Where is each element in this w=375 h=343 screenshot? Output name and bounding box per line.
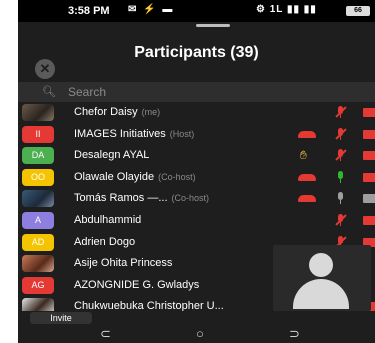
participant-name: Adrien Dogo — [74, 236, 139, 248]
notification-icons: ✉ ⚡ ▬ — [128, 4, 175, 15]
home-button[interactable]: ○ — [196, 325, 204, 343]
close-button[interactable]: ✕ — [35, 59, 55, 79]
sharing-icon — [298, 195, 316, 203]
avatar: DA — [22, 147, 54, 165]
participant-name: Olawale Olayide (Co-host) — [74, 171, 196, 183]
participant-name: AZONGNIDE G. Gwladys — [74, 279, 203, 291]
avatar: AD — [22, 233, 54, 251]
mic-on-icon[interactable] — [336, 170, 345, 183]
name-text: IMAGES Initiatives — [74, 127, 166, 140]
system-nav-bar: ⊂ ○ ⊃ — [18, 325, 375, 343]
video-off-icon[interactable] — [363, 151, 375, 161]
video-off-icon[interactable] — [363, 172, 375, 182]
participant-name: Abdulhammid — [74, 214, 145, 226]
avatar — [22, 255, 54, 273]
name-text: Tomás Ramos —... — [74, 192, 168, 205]
avatar-placeholder-body — [293, 279, 349, 309]
avatar: AG — [22, 276, 54, 294]
mic-muted-icon[interactable] — [335, 127, 347, 140]
role-tag: (me) — [141, 107, 161, 117]
name-text: Adrien Dogo — [74, 235, 136, 248]
video-icon[interactable] — [363, 194, 375, 204]
video-off-icon[interactable] — [363, 129, 375, 139]
sharing-icon — [298, 173, 316, 181]
name-text: Olawale Olayide — [74, 170, 155, 183]
mic-icon[interactable] — [336, 192, 345, 205]
name-text: Desalegn AYAL — [74, 149, 150, 162]
participant-name: Tomás Ramos —... (Co-host) — [74, 192, 209, 204]
video-off-icon[interactable] — [363, 108, 375, 117]
status-time: 3:58 PM — [68, 5, 110, 17]
bottom-toolbar: Invite — [18, 311, 375, 325]
self-video-thumbnail[interactable] — [273, 245, 371, 311]
recent-apps-button[interactable]: ⊂ — [100, 325, 111, 343]
avatar — [22, 190, 54, 208]
search-bar[interactable]: 🔍︎ — [18, 82, 375, 102]
role-tag: (Co-host) — [158, 171, 196, 182]
avatar-placeholder-icon — [309, 253, 333, 277]
name-text: Abdulhammid — [74, 213, 142, 226]
participant-row[interactable]: Chefor Daisy (me) — [18, 102, 375, 124]
participant-row[interactable]: Tomás Ramos —... (Co-host) — [18, 188, 375, 210]
avatar: II — [22, 125, 54, 143]
video-off-icon[interactable] — [363, 215, 375, 225]
phone-screen: 3:58 PM ✉ ⚡ ▬ ⚙ 1L ▮▮ ▮▮ 66 ✕ Participan… — [18, 0, 375, 343]
participant-row[interactable]: A Abdulhammid — [18, 210, 375, 232]
signal-icons: ⚙ 1L ▮▮ ▮▮ — [256, 4, 317, 15]
sharing-icon — [298, 130, 316, 138]
name-text: Asije Ohita Princess — [74, 257, 173, 270]
raised-hand-icon: ✋︎ — [300, 148, 307, 163]
participant-row[interactable]: OO Olawale Olayide (Co-host) — [18, 167, 375, 189]
mic-muted-icon[interactable] — [335, 149, 347, 162]
avatar: A — [22, 211, 54, 229]
mic-muted-icon[interactable] — [335, 213, 347, 226]
battery-icon: 66 — [346, 6, 370, 16]
close-icon: ✕ — [39, 61, 51, 76]
name-text: AZONGNIDE G. Gwladys — [74, 278, 200, 291]
role-tag: (Host) — [169, 128, 195, 139]
mic-muted-icon[interactable] — [335, 106, 347, 118]
avatar — [22, 104, 54, 121]
panel-title: Participants (39) — [134, 44, 259, 61]
search-input[interactable] — [68, 84, 348, 100]
role-tag: (Co-host) — [171, 193, 210, 204]
participant-row[interactable]: II IMAGES Initiatives (Host) — [18, 124, 375, 146]
participant-name: Asije Ohita Princess — [74, 257, 176, 269]
name-text: Chefor Daisy — [74, 106, 138, 118]
invite-button[interactable]: Invite — [30, 312, 92, 324]
back-button[interactable]: ⊃ — [289, 325, 300, 343]
participant-name: Desalegn AYAL — [74, 149, 153, 161]
participant-row[interactable]: DA Desalegn AYAL ✋︎ — [18, 145, 375, 167]
participant-name: Chefor Daisy (me) — [74, 106, 160, 118]
avatar: OO — [22, 168, 54, 186]
sheet-grabber-handle[interactable] — [196, 24, 230, 27]
status-bar: 3:58 PM ✉ ⚡ ▬ ⚙ 1L ▮▮ ▮▮ 66 — [18, 0, 375, 22]
search-icon: 🔍︎ — [42, 86, 56, 98]
participant-name: IMAGES Initiatives (Host) — [74, 128, 194, 140]
